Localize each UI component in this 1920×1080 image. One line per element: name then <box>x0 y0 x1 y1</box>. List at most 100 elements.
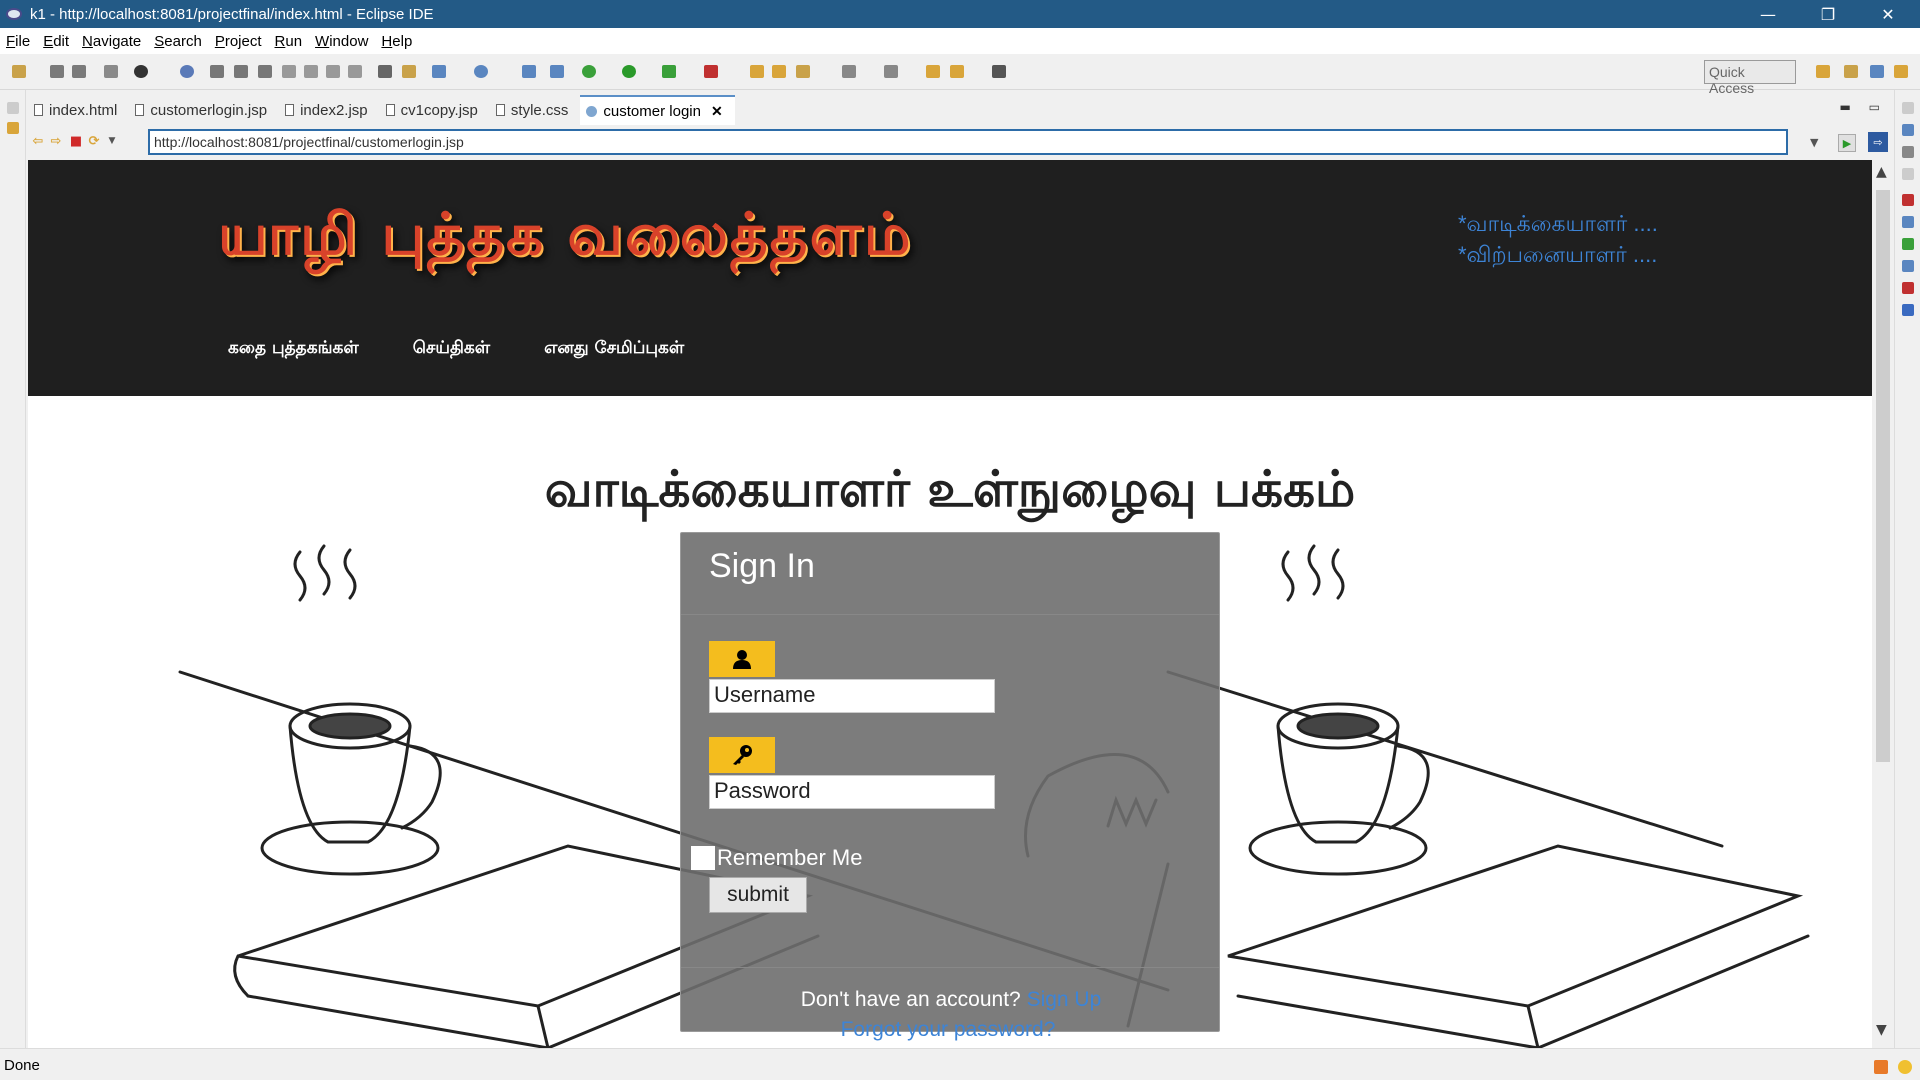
eclipse-icon <box>6 8 22 20</box>
menu-edit[interactable]: Edit <box>43 33 69 50</box>
new-icon[interactable] <box>12 65 26 78</box>
open-external-browser-icon[interactable]: ⇨ <box>1868 132 1888 152</box>
save-all-icon[interactable] <box>72 65 86 78</box>
save-icon[interactable] <box>50 65 64 78</box>
scroll-up-icon[interactable]: ▲ <box>1876 164 1887 180</box>
menu-help[interactable]: Help <box>381 33 412 50</box>
nav-my-savings[interactable]: எனது சேமிப்புகள் <box>544 338 684 360</box>
tip-icon[interactable] <box>1898 1060 1912 1074</box>
disconnect-icon[interactable] <box>282 65 296 78</box>
submit-button[interactable]: submit <box>709 877 807 913</box>
debug-icon[interactable] <box>134 65 148 78</box>
forward-arrow-icon[interactable]: ⇨ <box>48 134 64 149</box>
remember-checkbox[interactable] <box>691 846 715 870</box>
globe-icon[interactable] <box>522 65 536 78</box>
tab-style-css[interactable]: style.css <box>490 95 581 125</box>
palette-icon[interactable] <box>1902 168 1914 180</box>
scroll-down-icon[interactable]: ▼ <box>1876 1022 1887 1038</box>
nav-news[interactable]: செய்திகள் <box>413 338 490 360</box>
web-browser-icon[interactable] <box>474 65 488 78</box>
menu-project[interactable]: Project <box>215 33 262 50</box>
close-window-button[interactable]: ✕ <box>1860 0 1916 28</box>
signup-link[interactable]: Sign Up <box>1027 988 1102 1011</box>
tab-customer-login[interactable]: customer login ✕ <box>580 95 735 125</box>
open-console-icon[interactable] <box>378 65 392 78</box>
run-icon[interactable] <box>622 65 636 78</box>
debug-perspective-icon[interactable] <box>1870 65 1884 78</box>
step-over-icon[interactable] <box>326 65 340 78</box>
java-perspective-icon[interactable] <box>1894 65 1908 78</box>
close-tab-icon[interactable]: ✕ <box>711 103 723 120</box>
terminate-icon[interactable] <box>258 65 272 78</box>
back-icon[interactable] <box>950 65 964 78</box>
pin-editor-icon[interactable] <box>884 65 898 78</box>
menu-navigate[interactable]: Navigate <box>82 33 141 50</box>
restore-button[interactable]: ❐ <box>1800 0 1856 28</box>
run-external-icon[interactable] <box>662 65 676 78</box>
nav-story-books[interactable]: கதை புத்தகங்கள் <box>228 338 359 360</box>
minimize-view-icon[interactable]: ▬ <box>1839 100 1850 114</box>
skip-breakpoints-icon[interactable] <box>180 65 194 78</box>
minimize-button[interactable]: — <box>1740 0 1796 28</box>
java-ee-perspective-icon[interactable] <box>1844 65 1858 78</box>
chevron-down-icon[interactable]: ▼ <box>104 134 120 148</box>
step-into-icon[interactable] <box>304 65 318 78</box>
url-dropdown-icon[interactable]: ▼ <box>1810 136 1818 149</box>
forward-icon[interactable] <box>992 65 1006 78</box>
properties-icon[interactable] <box>1902 216 1914 228</box>
site-logo[interactable]: யாழி புத்தக வலைத்தளம் <box>218 200 912 276</box>
task-list-icon[interactable] <box>1902 146 1914 158</box>
coverage-icon[interactable] <box>704 65 718 78</box>
tab-cv1copy-jsp[interactable]: cv1copy.jsp <box>380 95 490 125</box>
stop-icon[interactable]: ■ <box>68 134 84 149</box>
scroll-thumb[interactable] <box>1876 190 1890 762</box>
menu-file[interactable]: File <box>6 33 30 50</box>
tab-index2-jsp[interactable]: index2.jsp <box>279 95 380 125</box>
data-source-icon[interactable] <box>1902 260 1914 272</box>
print-icon[interactable] <box>104 65 118 78</box>
open-folder-icon[interactable] <box>750 65 764 78</box>
rss-icon[interactable] <box>1874 1060 1888 1074</box>
tab-index-html[interactable]: index.html <box>28 95 129 125</box>
forgot-password-link[interactable]: Forgot your password? <box>648 1018 1248 1042</box>
suspend-icon[interactable] <box>234 65 248 78</box>
debug-as-icon[interactable] <box>582 65 596 78</box>
console-icon[interactable] <box>1902 304 1914 316</box>
pen-icon[interactable] <box>796 65 810 78</box>
open-type-icon[interactable] <box>402 65 416 78</box>
servers-icon[interactable] <box>1902 238 1914 250</box>
refresh-icon[interactable]: ⟳ <box>86 134 102 149</box>
last-edit-icon[interactable] <box>926 65 940 78</box>
tab-customerlogin-jsp[interactable]: customerlogin.jsp <box>129 95 279 125</box>
sign-in-panel: Sign In Username Password Remember Me su… <box>680 532 1220 1032</box>
deploy-icon[interactable] <box>550 65 564 78</box>
snippets-icon[interactable] <box>1902 282 1914 294</box>
open-project-icon[interactable] <box>772 65 786 78</box>
restore-view-icon[interactable] <box>1902 102 1914 114</box>
menu-run[interactable]: Run <box>275 33 303 50</box>
url-input[interactable]: http://localhost:8081/projectfinal/custo… <box>148 129 1788 155</box>
outline-icon[interactable] <box>1902 124 1914 136</box>
customer-link[interactable]: *வாடிக்கையாளர் .... <box>1458 208 1658 239</box>
resume-icon[interactable] <box>210 65 224 78</box>
menu-search[interactable]: Search <box>154 33 202 50</box>
menu-window[interactable]: Window <box>315 33 368 50</box>
password-field[interactable]: Password <box>709 775 995 809</box>
quick-access-field[interactable]: Quick Access <box>1704 60 1796 96</box>
username-field[interactable]: Username <box>709 679 995 713</box>
password-placeholder: Password <box>714 778 811 803</box>
minimized-view-icon[interactable] <box>7 102 19 114</box>
back-arrow-icon[interactable]: ⇦ <box>30 134 46 149</box>
markers-icon[interactable] <box>1902 194 1914 206</box>
vertical-scrollbar[interactable]: ▲ ▼ <box>1872 160 1894 1048</box>
go-button[interactable]: ▶ <box>1838 134 1856 152</box>
project-explorer-icon[interactable] <box>7 122 19 134</box>
remember-me[interactable]: Remember Me <box>691 845 862 871</box>
new-server-icon[interactable] <box>432 65 446 78</box>
annotation-icon[interactable] <box>842 65 856 78</box>
open-perspective-icon[interactable] <box>1816 65 1830 78</box>
step-return-icon[interactable] <box>348 65 362 78</box>
file-icon <box>285 104 295 116</box>
maximize-view-icon[interactable]: ▭ <box>1869 100 1880 114</box>
seller-link[interactable]: *விற்பனையாளர் .... <box>1458 239 1658 270</box>
